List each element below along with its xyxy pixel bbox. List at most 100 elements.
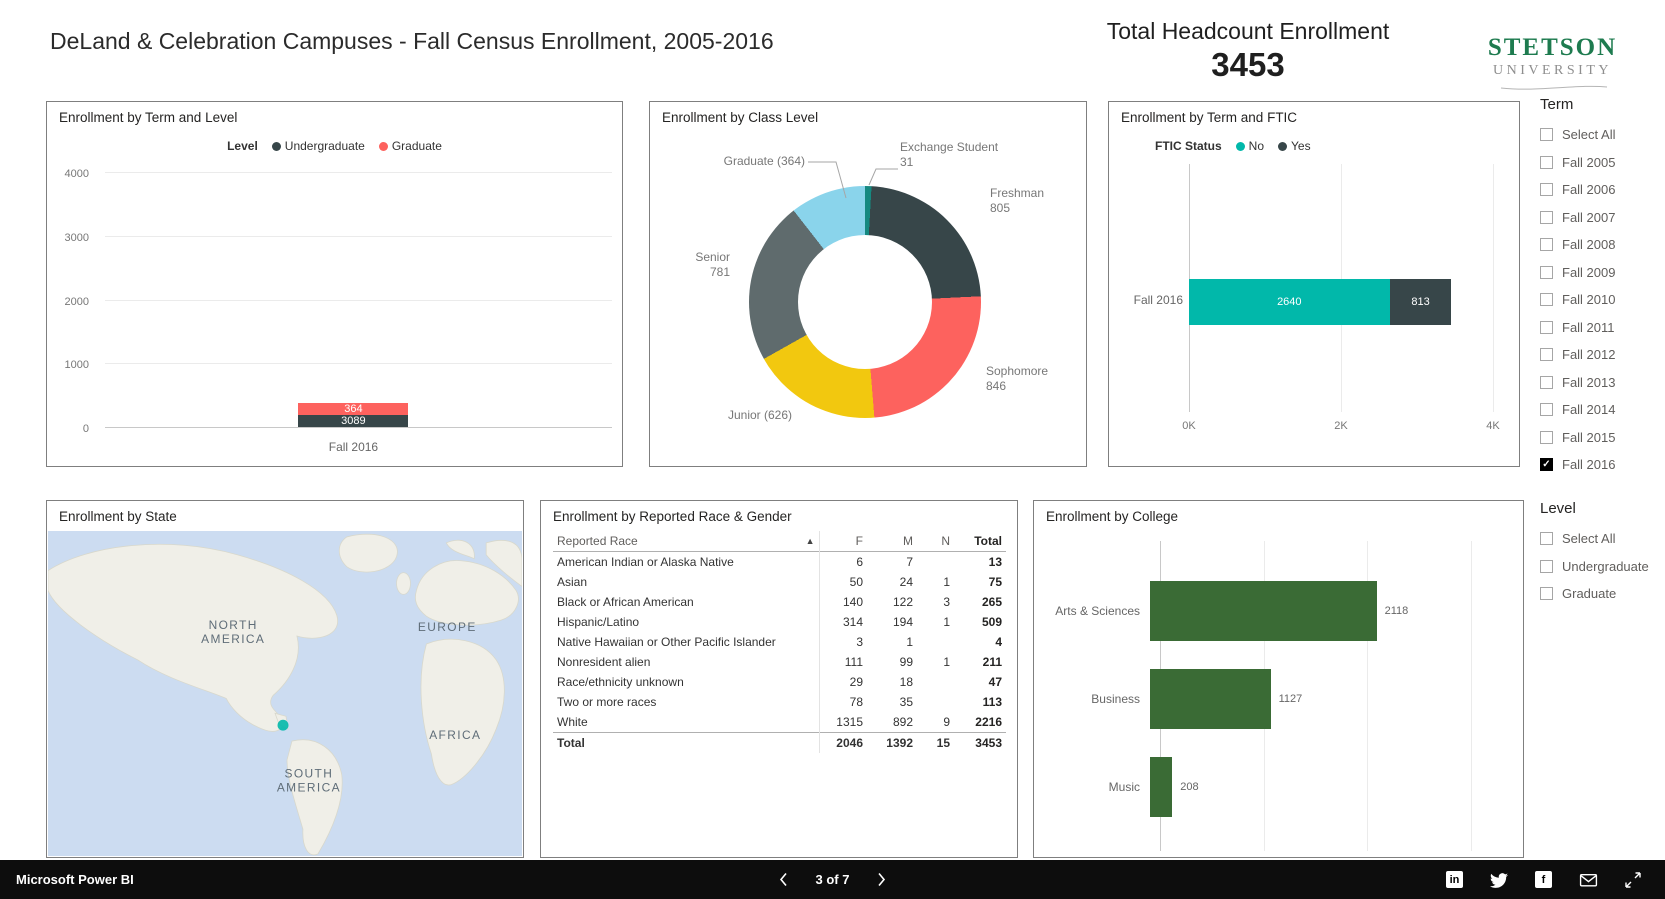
stacked-bar-fall-2016: 2640 813 <box>1189 279 1493 325</box>
checkbox-unchecked-icon[interactable] <box>1540 431 1553 444</box>
facebook-button[interactable]: f <box>1535 871 1552 888</box>
map-bubble-florida[interactable] <box>278 720 289 731</box>
chart-enrollment-by-term-and-level: Enrollment by Term and Level Level Under… <box>46 101 623 467</box>
level-slicer-items: Select All Undergraduate Graduate <box>1540 525 1662 608</box>
table-row[interactable]: American Indian or Alaska Native6713 <box>553 552 1006 573</box>
checkbox-unchecked-icon[interactable] <box>1540 321 1553 334</box>
slicer-item-select-all[interactable]: Select All <box>1540 525 1662 553</box>
value-cell: 29 <box>819 672 867 692</box>
table-row[interactable]: Native Hawaiian or Other Pacific Islande… <box>553 632 1006 652</box>
value-cell: 314 <box>819 612 867 632</box>
table-row[interactable]: Two or more races7835113 <box>553 692 1006 712</box>
checkbox-unchecked-icon[interactable] <box>1540 156 1553 169</box>
legend-label: Undergraduate <box>285 139 365 153</box>
table-row[interactable]: Asian5024175 <box>553 572 1006 592</box>
slicer-item-fall-2015[interactable]: Fall 2015 <box>1540 424 1662 452</box>
checkbox-checked-icon[interactable]: ✓ <box>1540 458 1553 471</box>
checkbox-unchecked-icon[interactable] <box>1540 128 1553 141</box>
table-row[interactable]: Black or African American1401223265 <box>553 592 1006 612</box>
value-cell <box>917 692 954 712</box>
slice-label-sophomore: Sophomore 846 <box>986 364 1086 394</box>
mail-share-button[interactable] <box>1579 872 1598 888</box>
table-row[interactable]: Nonresident alien111991211 <box>553 652 1006 672</box>
checkbox-unchecked-icon[interactable] <box>1540 211 1553 224</box>
gridline <box>105 363 612 364</box>
slicer-item-undergraduate[interactable]: Undergraduate <box>1540 553 1662 581</box>
linkedin-button[interactable]: in <box>1446 871 1463 888</box>
gridline <box>105 172 612 173</box>
y-axis-tick-label: 2000 <box>65 296 89 308</box>
donut-chart[interactable] <box>749 186 981 418</box>
total-cell: 113 <box>954 692 1006 712</box>
value-cell: 1315 <box>819 712 867 733</box>
legend-item-undergraduate[interactable]: Undergraduate <box>272 139 365 153</box>
slicer-item-label: Fall 2011 <box>1562 320 1615 335</box>
plot-area: 2640 813 <box>1189 164 1493 412</box>
column-header-reported-race[interactable]: Reported Race ▲ <box>553 531 819 552</box>
bar-segment-undergraduate[interactable]: 3089 <box>298 415 408 427</box>
column-header-m[interactable]: M <box>867 531 917 552</box>
table-row[interactable]: Race/ethnicity unknown291847 <box>553 672 1006 692</box>
twitter-button[interactable] <box>1490 871 1508 889</box>
world-map[interactable]: NORTH AMERICA EUROPE AFRICA SOUTH AMERIC… <box>48 531 522 856</box>
slicer-item-fall-2013[interactable]: Fall 2013 <box>1540 369 1662 397</box>
legend-item-no[interactable]: No <box>1236 139 1264 153</box>
slicer-item-label: Fall 2015 <box>1562 430 1615 445</box>
slicer-item-fall-2009[interactable]: Fall 2009 <box>1540 259 1662 287</box>
bar-segment-no[interactable]: 2640 <box>1189 279 1390 325</box>
value-cell: 1 <box>917 652 954 672</box>
legend-title: Level <box>227 139 258 153</box>
table-total-row[interactable]: Total20461392153453 <box>553 733 1006 754</box>
slicer-item-select-all[interactable]: Select All <box>1540 121 1662 149</box>
value-cell: 99 <box>867 652 917 672</box>
value-cell: 2046 <box>819 733 867 754</box>
slicer-item-fall-2014[interactable]: Fall 2014 <box>1540 396 1662 424</box>
column-header-n[interactable]: N <box>917 531 954 552</box>
slicer-item-fall-2010[interactable]: Fall 2010 <box>1540 286 1662 314</box>
legend-item-graduate[interactable]: Graduate <box>379 139 442 153</box>
chart-enrollment-by-race-and-gender: Enrollment by Reported Race & Gender Rep… <box>540 500 1018 858</box>
checkbox-unchecked-icon[interactable] <box>1540 532 1553 545</box>
slicer-item-fall-2007[interactable]: Fall 2007 <box>1540 204 1662 232</box>
slicer-item-graduate[interactable]: Graduate <box>1540 580 1662 608</box>
bar-segment-yes[interactable]: 813 <box>1390 279 1452 325</box>
column-header-total[interactable]: Total <box>954 531 1006 552</box>
next-page-button[interactable] <box>875 870 888 889</box>
legend-item-yes[interactable]: Yes <box>1278 139 1311 153</box>
slicer-item-fall-2016[interactable]: ✓ Fall 2016 <box>1540 451 1662 479</box>
slicer-item-label: Select All <box>1562 127 1615 142</box>
race-cell: Race/ethnicity unknown <box>553 672 819 692</box>
bar-arts-sciences[interactable] <box>1150 581 1377 641</box>
logo-line-2: UNIVERSITY <box>1475 63 1630 79</box>
checkbox-unchecked-icon[interactable] <box>1540 238 1553 251</box>
bar-segment-graduate[interactable]: 364 <box>298 403 408 415</box>
bar-business[interactable] <box>1150 669 1271 729</box>
category-label: Business <box>1046 692 1150 706</box>
table-row[interactable]: Hispanic/Latino3141941509 <box>553 612 1006 632</box>
checkbox-unchecked-icon[interactable] <box>1540 293 1553 306</box>
map-label-europe: EUROPE <box>418 620 477 634</box>
term-slicer-items: Select AllFall 2005Fall 2006Fall 2007Fal… <box>1540 121 1662 479</box>
slicer-item-label: Fall 2016 <box>1562 457 1615 472</box>
checkbox-unchecked-icon[interactable] <box>1540 348 1553 361</box>
slicer-item-fall-2006[interactable]: Fall 2006 <box>1540 176 1662 204</box>
slicer-item-fall-2005[interactable]: Fall 2005 <box>1540 149 1662 177</box>
fullscreen-button[interactable] <box>1625 872 1641 888</box>
column-header-f[interactable]: F <box>819 531 867 552</box>
slicer-item-label: Undergraduate <box>1562 559 1649 574</box>
checkbox-unchecked-icon[interactable] <box>1540 587 1553 600</box>
previous-page-button[interactable] <box>777 870 790 889</box>
gridline <box>1493 164 1494 412</box>
checkbox-unchecked-icon[interactable] <box>1540 376 1553 389</box>
table-row[interactable]: White131589292216 <box>553 712 1006 733</box>
slicer-item-fall-2012[interactable]: Fall 2012 <box>1540 341 1662 369</box>
y-axis-category-label: Fall 2016 <box>1113 293 1183 307</box>
value-cell <box>917 552 954 573</box>
bar-music[interactable] <box>1150 757 1172 817</box>
slicer-item-fall-2011[interactable]: Fall 2011 <box>1540 314 1662 342</box>
checkbox-unchecked-icon[interactable] <box>1540 560 1553 573</box>
slicer-item-fall-2008[interactable]: Fall 2008 <box>1540 231 1662 259</box>
checkbox-unchecked-icon[interactable] <box>1540 266 1553 279</box>
checkbox-unchecked-icon[interactable] <box>1540 183 1553 196</box>
checkbox-unchecked-icon[interactable] <box>1540 403 1553 416</box>
